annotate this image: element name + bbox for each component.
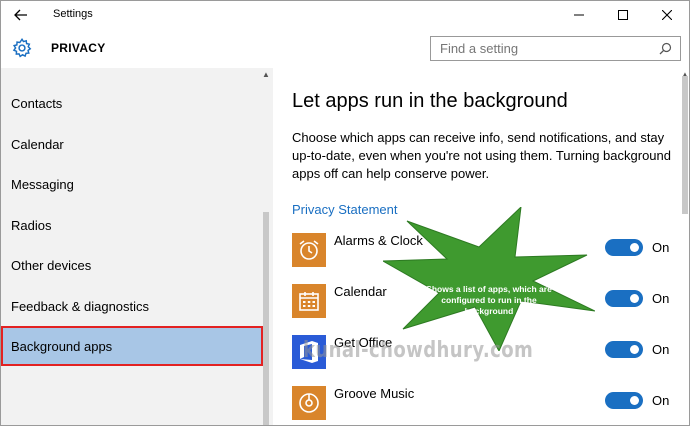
toggle-state: On [652, 291, 670, 306]
page-title: Let apps run in the background [292, 90, 568, 112]
privacy-statement-link[interactable]: Privacy Statement [292, 202, 398, 217]
background-toggle[interactable] [605, 392, 643, 409]
maximize-button[interactable] [601, 1, 645, 29]
toggle-state: On [652, 240, 670, 255]
scroll-up-icon[interactable]: ▲ [262, 70, 270, 79]
callout-text: Shows a list of apps, which are configur… [426, 284, 552, 316]
search-icon[interactable] [659, 42, 672, 55]
sidebar-item-background-apps[interactable]: Background apps [1, 326, 263, 366]
callout-star [383, 207, 595, 351]
sidebar-scrollbar-thumb[interactable] [263, 212, 269, 425]
app-title: Settings [53, 8, 93, 20]
background-toggle[interactable] [605, 290, 643, 307]
search-box[interactable] [430, 36, 681, 61]
minimize-icon [574, 14, 584, 16]
app-name: Calendar [334, 284, 387, 299]
background-toggle[interactable] [605, 341, 643, 358]
sidebar-item-contacts[interactable]: Contacts [1, 83, 263, 123]
search-input[interactable] [431, 37, 651, 60]
settings-window: Settings PRIVACY ▲ Contacts Calendar Mes… [0, 0, 690, 426]
sidebar-item-messaging[interactable]: Messaging [1, 164, 263, 204]
page-header: PRIVACY [1, 29, 689, 68]
sidebar: ▲ Contacts Calendar Messaging Radios Oth… [1, 68, 273, 425]
sidebar-item-calendar[interactable]: Calendar [1, 124, 263, 164]
alarm-clock-icon [292, 233, 326, 267]
sidebar-item-other-devices[interactable]: Other devices [1, 245, 263, 285]
app-row-groove-music: Groove Music On [292, 386, 672, 422]
background-toggle[interactable] [605, 239, 643, 256]
close-button[interactable] [645, 1, 689, 29]
watermark: kunal-chowdhury.com [303, 338, 534, 363]
page-description: Choose which apps can receive info, send… [292, 130, 671, 181]
main-scrollbar-thumb[interactable] [682, 76, 688, 214]
close-icon [662, 10, 672, 20]
back-arrow-icon [14, 9, 27, 21]
sidebar-item-feedback-diagnostics[interactable]: Feedback & diagnostics [1, 286, 263, 326]
toggle-state: On [652, 393, 670, 408]
title-bar: Settings [1, 1, 689, 29]
minimize-button[interactable] [557, 1, 601, 29]
section-title: PRIVACY [51, 41, 106, 55]
sidebar-item-radios[interactable]: Radios [1, 205, 263, 245]
app-name: Groove Music [334, 386, 415, 401]
gear-icon [12, 37, 32, 58]
calendar-icon [292, 284, 326, 318]
toggle-state: On [652, 342, 670, 357]
music-disc-icon [292, 386, 326, 420]
maximize-icon [618, 10, 628, 20]
back-button[interactable] [7, 3, 35, 27]
